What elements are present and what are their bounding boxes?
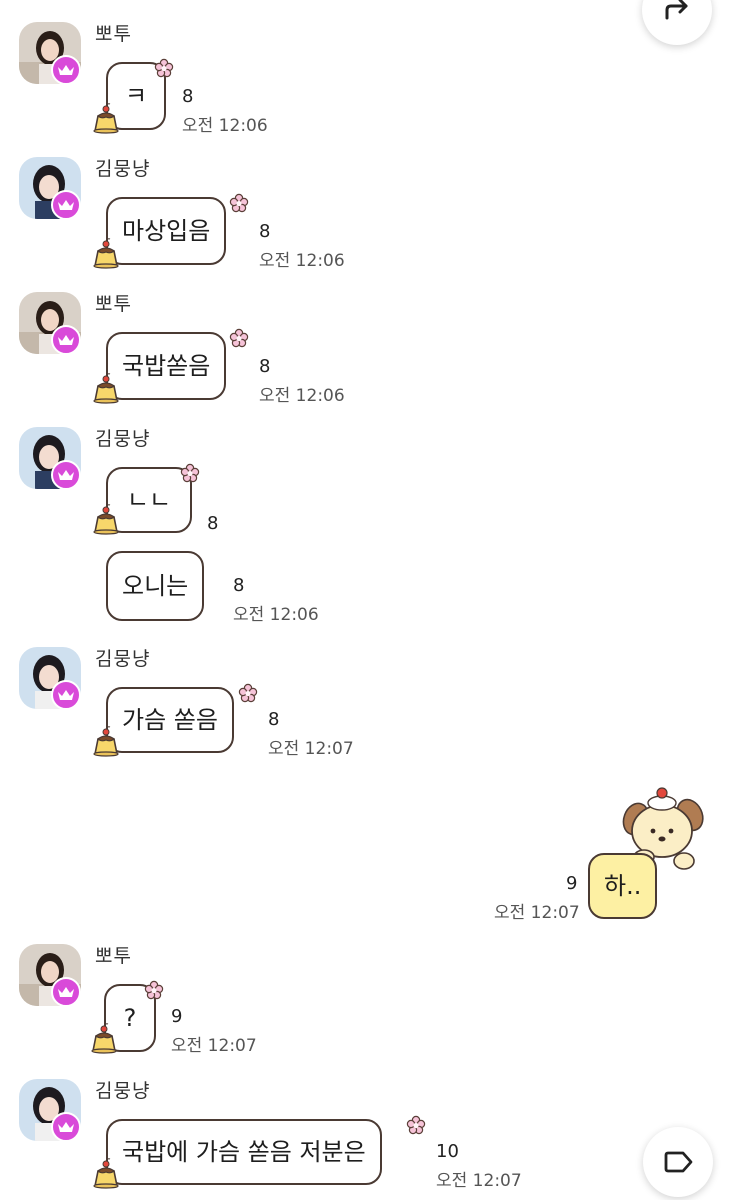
message-bubble[interactable]: 마상입음 (106, 197, 227, 265)
share-arrow-icon (665, 0, 688, 20)
sender-name: 김뭉냥 (95, 158, 151, 180)
crown-badge (51, 190, 81, 220)
timestamp: 오전 12:07 (494, 903, 580, 923)
unread-count: 8 (259, 221, 271, 242)
flower-icon (406, 1115, 426, 1135)
crown-badge (51, 460, 81, 490)
crown-badge (51, 680, 81, 710)
share-button[interactable] (642, 0, 712, 45)
pudding-sticker-icon (90, 237, 122, 269)
sender-name: 김뭉냥 (95, 1080, 151, 1102)
my-message-bubble[interactable]: 하.. (588, 853, 658, 919)
message-bubble[interactable]: 가슴 쏟음 (106, 687, 234, 753)
timestamp: 오전 12:07 (436, 1171, 522, 1191)
sender-name: 뽀투 (95, 23, 132, 45)
unread-count: 9 (171, 1006, 183, 1027)
pudding-sticker-icon (90, 1157, 122, 1189)
pudding-sticker-icon (88, 1022, 120, 1054)
flower-icon (144, 980, 164, 1000)
pudding-sticker-icon (90, 372, 122, 404)
sender-name: 뽀투 (95, 293, 132, 315)
message-bubble[interactable]: 국밥에 가슴 쏟음 저분은 (106, 1119, 382, 1185)
flower-icon (229, 193, 249, 213)
unread-count: 8 (182, 86, 194, 107)
crown-icon (57, 985, 75, 999)
crown-icon (57, 198, 75, 212)
sender-name: 뽀투 (95, 945, 132, 967)
timestamp: 오전 12:06 (259, 251, 345, 271)
pudding-sticker-icon (90, 503, 122, 535)
flower-icon (238, 683, 258, 703)
timestamp: 오전 12:06 (233, 605, 319, 625)
sender-name: 김뭉냥 (95, 428, 151, 450)
crown-icon (57, 1120, 75, 1134)
unread-count: 8 (207, 513, 219, 534)
unread-count: 8 (268, 709, 280, 730)
timestamp: 오전 12:06 (259, 386, 345, 406)
tag-button[interactable] (643, 1127, 713, 1197)
tag-icon (664, 1151, 693, 1173)
unread-count: 9 (566, 873, 578, 894)
unread-count: 8 (259, 356, 271, 377)
crown-icon (57, 63, 75, 77)
crown-badge (51, 325, 81, 355)
unread-count: 8 (233, 575, 245, 596)
pudding-sticker-icon (90, 102, 122, 134)
flower-icon (180, 463, 200, 483)
flower-icon (154, 58, 174, 78)
sender-name: 김뭉냥 (95, 648, 151, 670)
message-bubble[interactable]: 오니는 (106, 551, 205, 621)
crown-icon (57, 468, 75, 482)
crown-icon (57, 688, 75, 702)
crown-badge (51, 55, 81, 85)
pudding-sticker-icon (90, 725, 122, 757)
crown-badge (51, 977, 81, 1007)
timestamp: 오전 12:07 (171, 1036, 257, 1056)
message-bubble[interactable]: 국밥쏟음 (106, 332, 227, 400)
unread-count: 10 (436, 1141, 459, 1162)
crown-badge (51, 1112, 81, 1142)
crown-icon (57, 333, 75, 347)
timestamp: 오전 12:07 (268, 739, 354, 759)
timestamp: 오전 12:06 (182, 116, 268, 136)
flower-icon (229, 328, 249, 348)
